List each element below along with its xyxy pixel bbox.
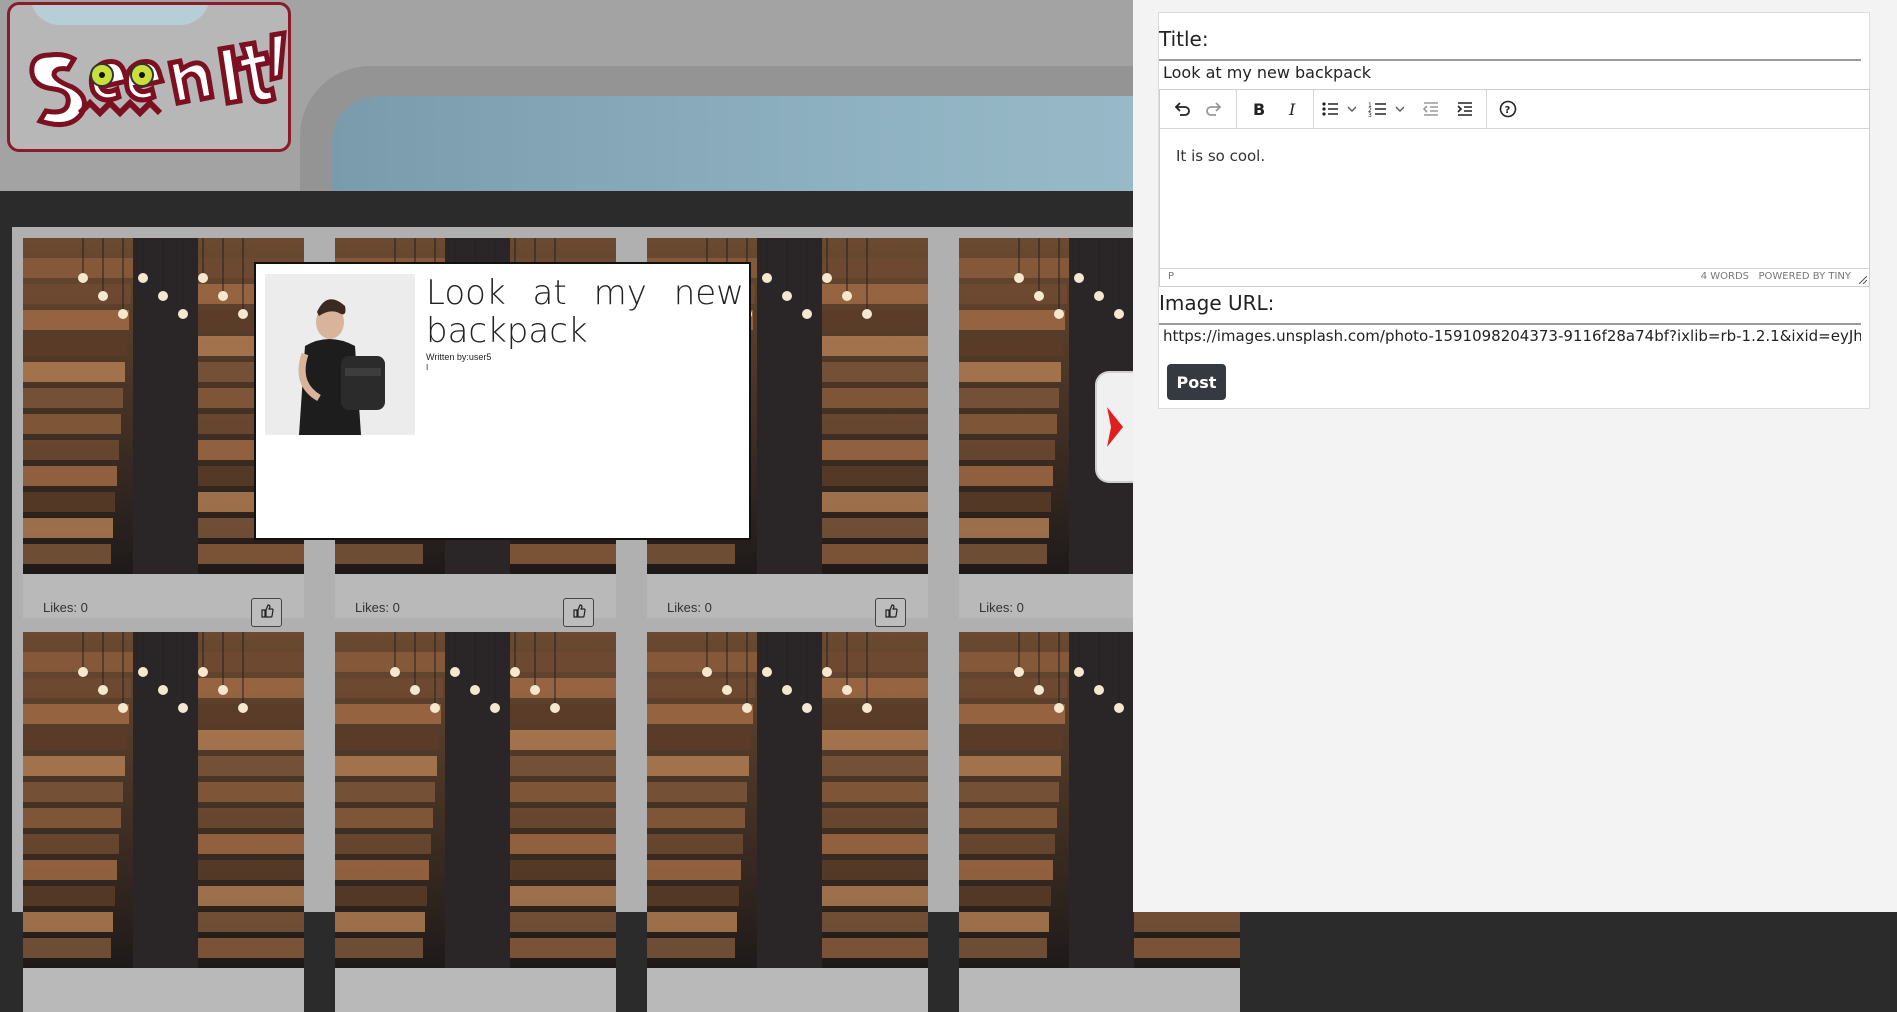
post-card[interactable] — [335, 632, 616, 1012]
bullet-list-icon — [1322, 102, 1357, 116]
editor-statusbar: P 4 WORDS POWERED BY TINY — [1160, 268, 1869, 286]
bullet-list-button[interactable] — [1318, 94, 1366, 124]
likes-count: Likes: 0 — [979, 600, 1024, 615]
post-preview-modal[interactable]: Look at my new backpack Written by:user5… — [254, 262, 751, 540]
backpack-person-image — [265, 274, 415, 435]
site-logo[interactable] — [7, 2, 291, 152]
help-button[interactable]: ? — [1491, 94, 1525, 124]
preview-title: Look at my new backpack — [426, 273, 744, 351]
post-image[interactable] — [23, 632, 304, 968]
outdent-button[interactable] — [1414, 94, 1448, 124]
svg-text:I: I — [1288, 100, 1296, 119]
indent-icon — [1457, 102, 1472, 116]
likes-count: Likes: 0 — [355, 600, 400, 615]
new-post-panel: Title: Look at my new backpack B I 1 2 3… — [1133, 0, 1897, 912]
library-photo — [647, 632, 928, 968]
library-photo — [335, 632, 616, 968]
post-card[interactable] — [23, 632, 304, 1012]
redo-icon — [1206, 102, 1222, 116]
title-input[interactable]: Look at my new backpack — [1159, 59, 1861, 87]
library-photo — [23, 632, 304, 968]
powered-by-link[interactable]: POWERED BY TINY — [1759, 271, 1852, 282]
bold-button[interactable]: B — [1241, 94, 1275, 124]
numbered-list-icon: 1 2 3 — [1368, 102, 1405, 119]
new-post-form: Title: Look at my new backpack B I 1 2 3… — [1158, 12, 1870, 409]
preview-image — [265, 274, 415, 435]
post-image[interactable] — [335, 632, 616, 968]
italic-button[interactable]: I — [1275, 94, 1309, 124]
likes-count: Likes: 0 — [43, 600, 88, 615]
editor-content[interactable]: It is so cool. — [1176, 147, 1265, 165]
bold-icon: B — [1253, 100, 1265, 119]
thumbs-up-icon — [572, 603, 586, 622]
indent-button[interactable] — [1448, 94, 1482, 124]
like-button[interactable] — [875, 598, 906, 627]
panel-toggle-tab[interactable] — [1095, 371, 1137, 483]
image-url-input[interactable]: https://images.unsplash.com/photo-159109… — [1159, 323, 1861, 351]
word-count[interactable]: 4 WORDS — [1701, 271, 1749, 282]
like-button[interactable] — [563, 598, 594, 627]
preview-author: Written by:user5 — [426, 352, 492, 362]
like-button[interactable] — [251, 598, 282, 627]
rich-text-editor[interactable]: B I 1 2 3 ? It is so cool. P 4 WORDS POW… — [1159, 89, 1870, 287]
post-card[interactable] — [647, 632, 928, 1012]
title-label: Title: — [1159, 27, 1209, 51]
resize-handle-icon[interactable] — [1859, 276, 1867, 284]
image-url-label: Image URL: — [1159, 291, 1275, 315]
thumbs-up-icon — [260, 603, 274, 622]
chevron-right-icon — [1107, 407, 1123, 447]
svg-text:B: B — [1253, 100, 1265, 119]
preview-body: I — [426, 363, 429, 372]
svg-text:?: ? — [1505, 105, 1511, 116]
italic-icon: I — [1288, 100, 1296, 119]
undo-button[interactable] — [1164, 94, 1198, 124]
seen-it-logo-art — [29, 30, 287, 128]
numbered-list-button[interactable]: 1 2 3 — [1366, 94, 1414, 124]
site-header — [0, 0, 1133, 191]
thumbs-up-icon — [884, 603, 898, 622]
element-path[interactable]: P — [1168, 271, 1174, 282]
outdent-icon — [1422, 102, 1438, 116]
likes-count: Likes: 0 — [667, 600, 712, 615]
redo-button[interactable] — [1198, 94, 1232, 124]
editor-toolbar: B I 1 2 3 ? — [1160, 89, 1869, 129]
post-image[interactable] — [647, 632, 928, 968]
undo-icon — [1174, 102, 1190, 116]
help-icon: ? — [1499, 100, 1517, 118]
post-button[interactable]: Post — [1167, 364, 1226, 400]
svg-text:3: 3 — [1368, 112, 1372, 119]
